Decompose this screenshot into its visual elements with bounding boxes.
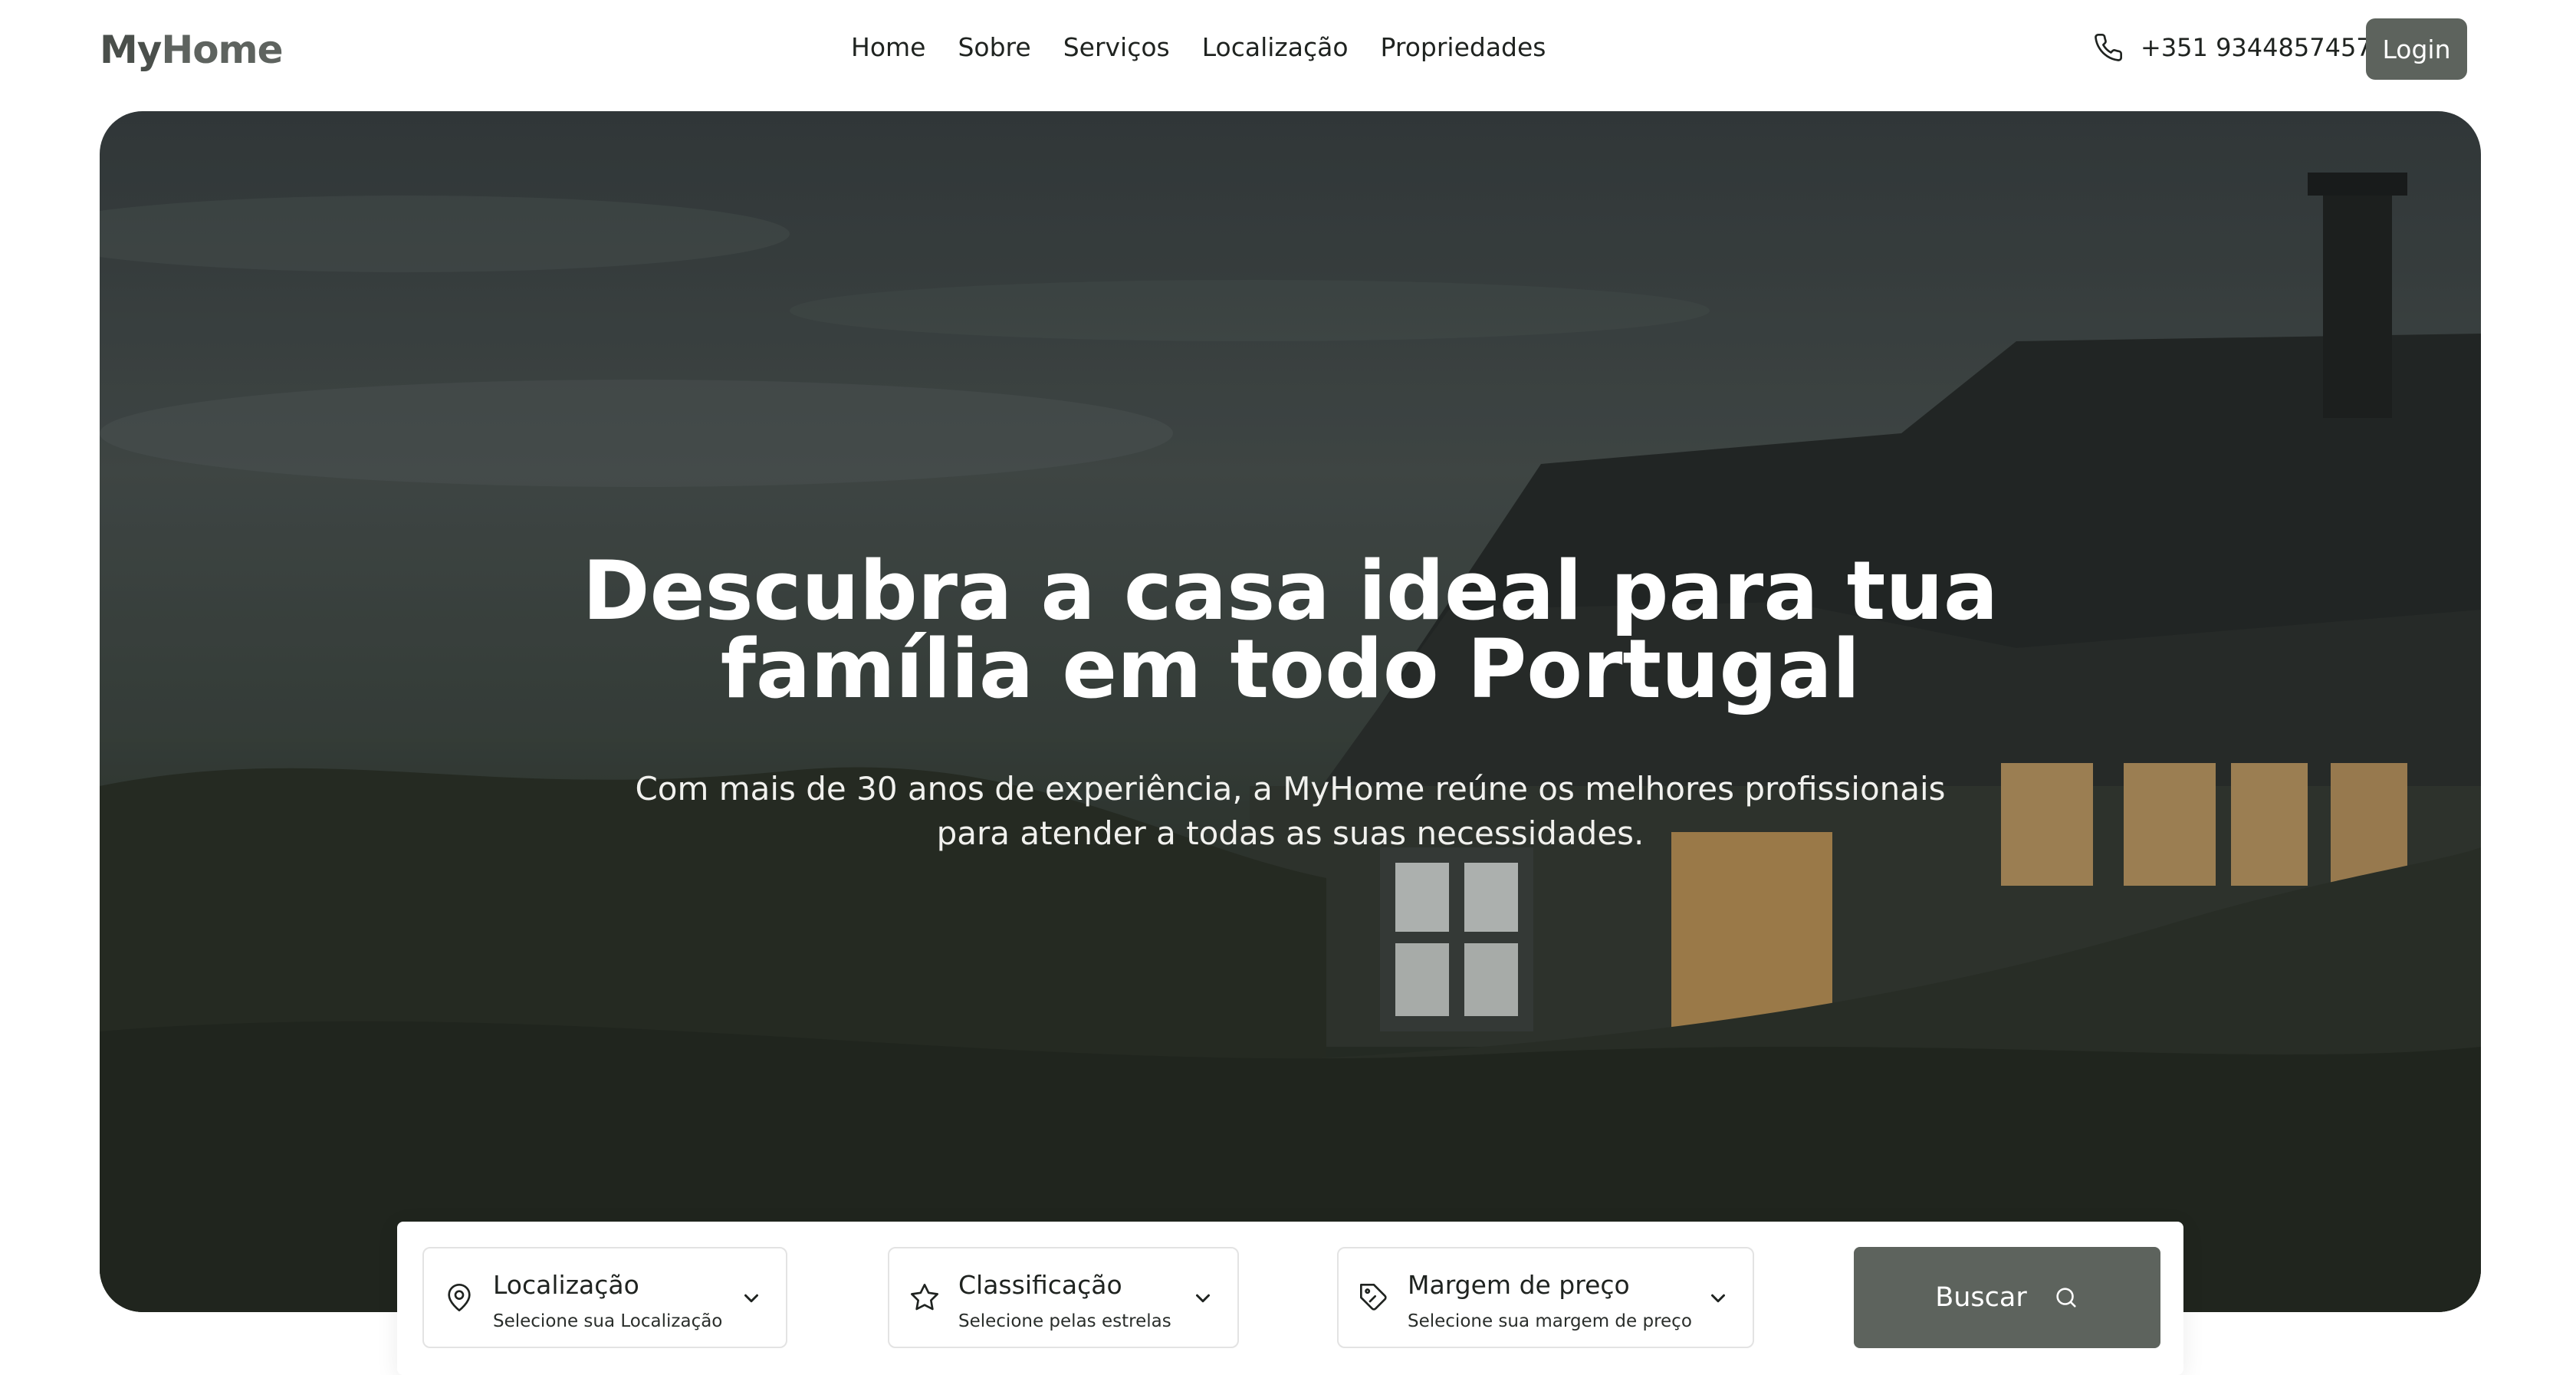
hero-title-line-1: Descubra a casa ideal para tua [582, 544, 1999, 638]
price-range-select[interactable]: Margem de preço Selecione sua margem de … [1337, 1247, 1754, 1348]
location-select-title: Localização [493, 1270, 639, 1300]
nav-item-servicos[interactable]: Serviços [1063, 32, 1170, 62]
site-header: MyHome Home Sobre Serviços Localização P… [0, 0, 2576, 107]
search-button-label: Buscar [1935, 1282, 2027, 1313]
login-button[interactable]: Login [2366, 18, 2467, 80]
star-icon [911, 1284, 938, 1311]
price-range-select-title: Margem de preço [1408, 1270, 1630, 1300]
nav-item-sobre[interactable]: Sobre [958, 32, 1030, 62]
property-search-bar: Localização Selecione sua Localização Cl… [397, 1222, 2183, 1375]
chevron-down-icon [1196, 1294, 1210, 1303]
main-nav: Home Sobre Serviços Localização Propried… [851, 32, 1546, 62]
map-pin-icon [448, 1284, 471, 1311]
hero-subtitle-line-1: Com mais de 30 anos de experiência, a My… [635, 770, 1946, 808]
chevron-down-icon [1711, 1294, 1725, 1303]
hero-subtitle: Com mais de 30 anos de experiência, a My… [100, 767, 2481, 856]
rating-select-title: Classificação [958, 1270, 1122, 1300]
rating-select-subtitle: Selecione pelas estrelas [958, 1311, 1171, 1331]
logo[interactable]: MyHome [100, 28, 284, 72]
price-tag-icon [1360, 1284, 1387, 1311]
nav-item-home[interactable]: Home [851, 32, 925, 62]
phone-contact[interactable]: +351 9344857457 [2093, 32, 2372, 63]
phone-icon [2095, 33, 2123, 61]
nav-item-propriedades[interactable]: Propriedades [1381, 32, 1546, 62]
location-select[interactable]: Localização Selecione sua Localização [422, 1247, 787, 1348]
search-icon [2056, 1288, 2076, 1308]
hero-title-line-2: família em todo Portugal [720, 622, 1861, 716]
hero-title: Descubra a casa ideal para tua família e… [100, 544, 2481, 716]
logo-part-my: My [100, 28, 162, 72]
chevron-down-icon [744, 1294, 758, 1303]
phone-number: +351 9344857457 [2141, 33, 2372, 62]
hero-banner: Descubra a casa ideal para tua família e… [100, 111, 2481, 1312]
logo-part-home: Home [161, 28, 283, 72]
rating-select[interactable]: Classificação Selecione pelas estrelas [888, 1247, 1239, 1348]
search-button[interactable]: Buscar [1854, 1247, 2160, 1348]
nav-item-localizacao[interactable]: Localização [1202, 32, 1349, 62]
hero-subtitle-line-2: para atender a todas as suas necessidade… [936, 814, 1644, 852]
location-select-subtitle: Selecione sua Localização [493, 1311, 723, 1331]
price-range-select-subtitle: Selecione sua margem de preço [1408, 1311, 1692, 1331]
